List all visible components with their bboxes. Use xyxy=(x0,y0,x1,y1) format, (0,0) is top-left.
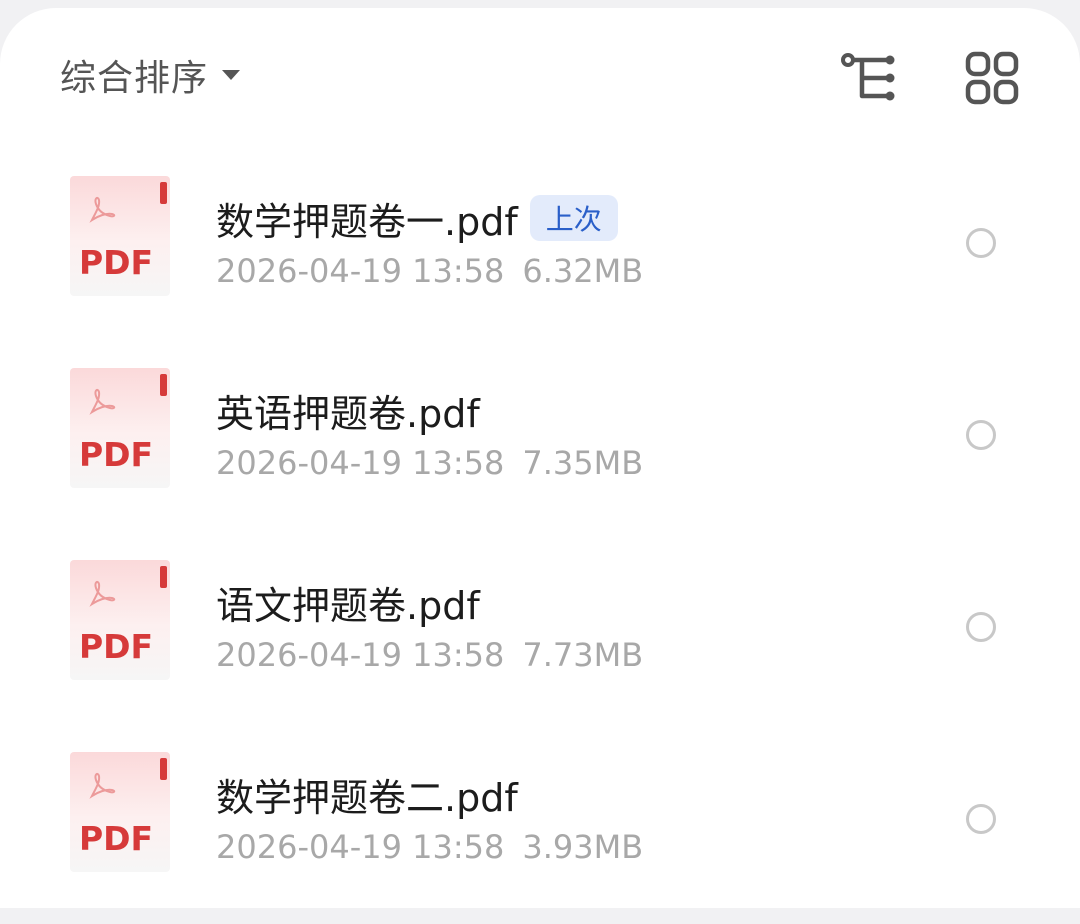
select-radio[interactable] xyxy=(966,228,996,258)
tree-view-icon[interactable] xyxy=(838,48,898,108)
pdf-file-icon: PDF xyxy=(70,560,170,680)
last-opened-badge: 上次 xyxy=(529,195,618,241)
select-radio[interactable] xyxy=(966,420,996,450)
file-row[interactable]: PDF 数学押题卷一.pdf 上次 2026-04-19 13:58 6.32MB xyxy=(0,156,1080,348)
file-name-line: 数学押题卷一.pdf 上次 xyxy=(216,190,618,246)
file-size: 7.35MB xyxy=(522,444,644,482)
file-date: 2026-04-19 13:58 xyxy=(216,636,505,674)
file-meta: 2026-04-19 13:58 7.35MB xyxy=(216,444,643,482)
file-name: 数学押题卷一.pdf xyxy=(216,199,518,244)
file-meta: 2026-04-19 13:58 7.73MB xyxy=(216,636,643,674)
caret-down-icon xyxy=(222,70,241,80)
file-meta: 2026-04-19 13:58 6.32MB xyxy=(216,252,643,290)
file-name: 语文押题卷.pdf xyxy=(216,583,480,628)
file-sheet: 综合排序 PDF 数学押题卷一.pdf 上次 2026-04-19 13:58 … xyxy=(0,8,1080,908)
file-row[interactable]: PDF 数学押题卷二.pdf 2026-04-19 13:58 3.93MB xyxy=(0,732,1080,924)
toolbar: 综合排序 xyxy=(0,8,1080,148)
file-size: 3.93MB xyxy=(522,828,644,866)
pdf-file-icon: PDF xyxy=(70,752,170,872)
pdf-file-icon: PDF xyxy=(70,368,170,488)
select-radio[interactable] xyxy=(966,804,996,834)
file-list: PDF 数学押题卷一.pdf 上次 2026-04-19 13:58 6.32MB xyxy=(0,156,1080,924)
file-row[interactable]: PDF 语文押题卷.pdf 2026-04-19 13:58 7.73MB xyxy=(0,540,1080,732)
pdf-label: PDF xyxy=(79,819,153,858)
file-name-line: 数学押题卷二.pdf xyxy=(216,766,518,822)
sort-dropdown[interactable]: 综合排序 xyxy=(60,50,241,100)
file-date: 2026-04-19 13:58 xyxy=(216,252,505,290)
file-name-line: 语文押题卷.pdf xyxy=(216,574,480,630)
file-meta: 2026-04-19 13:58 3.93MB xyxy=(216,828,643,866)
pdf-label: PDF xyxy=(79,435,153,474)
pdf-file-icon: PDF xyxy=(70,176,170,296)
select-radio[interactable] xyxy=(966,612,996,642)
grid-view-icon[interactable] xyxy=(962,48,1022,108)
sort-label: 综合排序 xyxy=(60,58,209,99)
file-size: 6.32MB xyxy=(522,252,644,290)
file-size: 7.73MB xyxy=(522,636,644,674)
file-name: 英语押题卷.pdf xyxy=(216,391,480,436)
file-date: 2026-04-19 13:58 xyxy=(216,828,505,866)
file-name: 数学押题卷二.pdf xyxy=(216,775,518,820)
file-row[interactable]: PDF 英语押题卷.pdf 2026-04-19 13:58 7.35MB xyxy=(0,348,1080,540)
pdf-label: PDF xyxy=(79,627,153,666)
file-name-line: 英语押题卷.pdf xyxy=(216,382,480,438)
file-date: 2026-04-19 13:58 xyxy=(216,444,505,482)
pdf-label: PDF xyxy=(79,243,153,282)
